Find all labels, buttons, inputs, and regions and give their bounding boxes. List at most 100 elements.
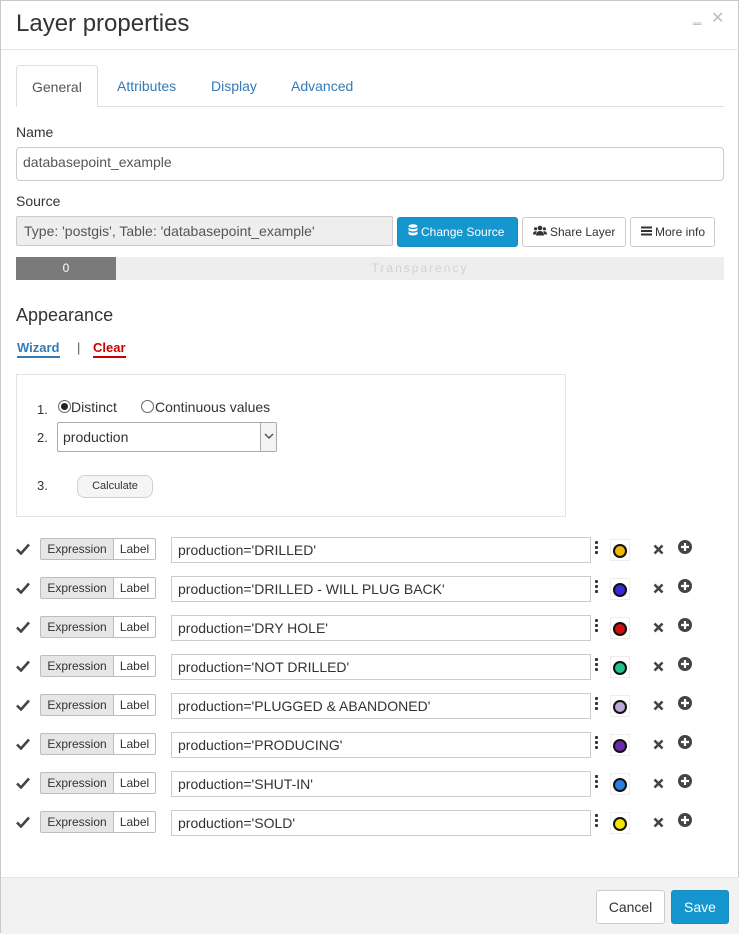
more-vert-icon[interactable] xyxy=(595,697,599,711)
more-vert-icon[interactable] xyxy=(595,658,599,672)
rule-expression-input[interactable]: production='DRILLED' xyxy=(171,537,591,563)
remove-icon[interactable] xyxy=(653,581,664,599)
calculate-button[interactable]: Calculate xyxy=(77,475,153,498)
more-vert-icon[interactable] xyxy=(595,775,599,789)
rule-expression-input[interactable]: production='SHUT-IN' xyxy=(171,771,591,797)
dialog-title: Layer properties xyxy=(16,10,190,37)
label-toggle[interactable]: Label xyxy=(113,577,156,599)
save-button[interactable]: Save xyxy=(671,890,729,924)
database-icon xyxy=(408,218,418,246)
minimize-icon[interactable]: ‗ xyxy=(693,9,701,26)
list-icon xyxy=(641,218,652,246)
name-input[interactable]: databasepoint_example xyxy=(16,147,724,181)
chevron-down-icon[interactable] xyxy=(260,423,276,451)
step-1-number: 1. xyxy=(37,402,48,417)
add-icon[interactable] xyxy=(678,657,692,676)
distinct-label[interactable]: Distinct xyxy=(71,399,117,415)
appearance-heading: Appearance xyxy=(16,305,114,325)
rule-row: Expression Label production='DRY HOLE' xyxy=(1,615,739,641)
add-icon[interactable] xyxy=(678,774,692,793)
color-picker[interactable] xyxy=(610,656,630,678)
color-swatch xyxy=(613,544,627,558)
color-swatch xyxy=(613,778,627,792)
label-toggle[interactable]: Label xyxy=(113,616,156,638)
tab-advanced[interactable]: Advanced xyxy=(276,65,368,107)
check-icon[interactable] xyxy=(16,698,30,716)
rule-expression-input[interactable]: production='PLUGGED & ABANDONED' xyxy=(171,693,591,719)
check-icon[interactable] xyxy=(16,776,30,794)
expression-toggle[interactable]: Expression xyxy=(40,733,114,755)
tab-attributes[interactable]: Attributes xyxy=(102,65,191,107)
remove-icon[interactable] xyxy=(653,620,664,638)
rule-expression-input[interactable]: production='PRODUCING' xyxy=(171,732,591,758)
tab-display[interactable]: Display xyxy=(196,65,272,107)
remove-icon[interactable] xyxy=(653,737,664,755)
color-picker[interactable] xyxy=(610,734,630,756)
expression-toggle[interactable]: Expression xyxy=(40,772,114,794)
close-icon[interactable]: ✕ xyxy=(711,8,724,28)
step-2-number: 2. xyxy=(37,430,48,445)
color-picker[interactable] xyxy=(610,695,630,717)
transparency-handle[interactable]: 0 xyxy=(16,257,116,280)
remove-icon[interactable] xyxy=(653,542,664,560)
expression-toggle[interactable]: Expression xyxy=(40,577,114,599)
color-picker[interactable] xyxy=(610,539,630,561)
remove-icon[interactable] xyxy=(653,659,664,677)
more-info-button[interactable]: More info xyxy=(630,217,715,247)
more-vert-icon[interactable] xyxy=(595,541,599,555)
expression-toggle[interactable]: Expression xyxy=(40,616,114,638)
share-layer-button[interactable]: Share Layer xyxy=(522,217,626,247)
remove-icon[interactable] xyxy=(653,698,664,716)
check-icon[interactable] xyxy=(16,659,30,677)
cancel-button[interactable]: Cancel xyxy=(596,890,665,924)
color-picker[interactable] xyxy=(610,578,630,600)
continuous-label[interactable]: Continuous values xyxy=(155,399,270,415)
more-vert-icon[interactable] xyxy=(595,814,599,828)
add-icon[interactable] xyxy=(678,618,692,637)
field-select[interactable]: production xyxy=(57,422,277,452)
check-icon[interactable] xyxy=(16,581,30,599)
expression-toggle[interactable]: Expression xyxy=(40,811,114,833)
wizard-link[interactable]: Wizard xyxy=(17,340,60,358)
distinct-radio[interactable] xyxy=(58,400,71,413)
more-vert-icon[interactable] xyxy=(595,580,599,594)
expression-toggle[interactable]: Expression xyxy=(40,538,114,560)
color-picker[interactable] xyxy=(610,617,630,639)
check-icon[interactable] xyxy=(16,815,30,833)
label-toggle[interactable]: Label xyxy=(113,538,156,560)
expression-toggle[interactable]: Expression xyxy=(40,694,114,716)
check-icon[interactable] xyxy=(16,737,30,755)
label-toggle[interactable]: Label xyxy=(113,811,156,833)
add-icon[interactable] xyxy=(678,540,692,559)
clear-link[interactable]: Clear xyxy=(93,340,126,358)
more-vert-icon[interactable] xyxy=(595,736,599,750)
rule-expression-input[interactable]: production='NOT DRILLED' xyxy=(171,654,591,680)
remove-icon[interactable] xyxy=(653,815,664,833)
add-icon[interactable] xyxy=(678,696,692,715)
label-toggle[interactable]: Label xyxy=(113,694,156,716)
add-icon[interactable] xyxy=(678,813,692,832)
rule-expression-input[interactable]: production='SOLD' xyxy=(171,810,591,836)
expression-toggle[interactable]: Expression xyxy=(40,655,114,677)
add-icon[interactable] xyxy=(678,735,692,754)
remove-icon[interactable] xyxy=(653,776,664,794)
rule-expression-input[interactable]: production='DRILLED - WILL PLUG BACK' xyxy=(171,576,591,602)
color-picker[interactable] xyxy=(610,812,630,834)
check-icon[interactable] xyxy=(16,620,30,638)
color-picker[interactable] xyxy=(610,773,630,795)
add-icon[interactable] xyxy=(678,579,692,598)
link-separator: | xyxy=(77,340,81,355)
more-vert-icon[interactable] xyxy=(595,619,599,633)
check-icon[interactable] xyxy=(16,542,30,560)
field-select-value: production xyxy=(63,429,129,445)
label-toggle[interactable]: Label xyxy=(113,733,156,755)
transparency-slider[interactable]: 0 Transparency xyxy=(16,257,724,280)
label-toggle[interactable]: Label xyxy=(113,772,156,794)
label-toggle[interactable]: Label xyxy=(113,655,156,677)
tab-general[interactable]: General xyxy=(16,65,98,107)
rule-expression-input[interactable]: production='DRY HOLE' xyxy=(171,615,591,641)
change-source-button[interactable]: Change Source xyxy=(397,217,518,247)
continuous-radio[interactable] xyxy=(141,400,154,413)
color-swatch xyxy=(613,661,627,675)
rule-row: Expression Label production='SHUT-IN' xyxy=(1,771,739,797)
